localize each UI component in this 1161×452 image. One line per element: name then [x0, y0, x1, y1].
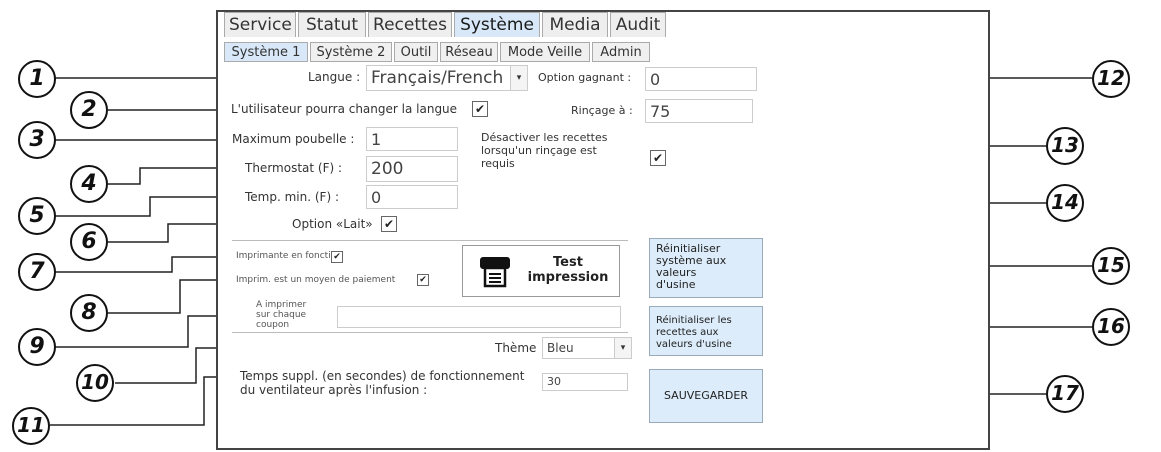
changer-langue-label: L'utilisateur pourra changer la langue: [231, 102, 458, 116]
option-gagnant-label: Option gagnant :: [538, 71, 632, 84]
tab-media[interactable]: Media: [542, 12, 608, 37]
desactiver-recettes-label: Désactiver les recettes lorsqu'un rinçag…: [481, 131, 608, 170]
callout-8: 8: [70, 294, 108, 332]
chevron-down-icon: ▾: [510, 66, 527, 90]
subtab-outil[interactable]: Outil: [394, 42, 438, 62]
tab-recettes[interactable]: Recettes: [368, 12, 452, 37]
callout-6: 6: [70, 223, 108, 261]
imprimer-coupon-field[interactable]: [337, 306, 621, 328]
temp-min-label: Temp. min. (F) :: [245, 190, 339, 204]
callout-12: 12: [1092, 60, 1130, 98]
reinit-systeme-button[interactable]: Réinitialiser système aux valeurs d'usin…: [649, 238, 763, 298]
chevron-down-icon: ▾: [614, 338, 631, 358]
callout-5: 5: [18, 197, 56, 235]
callout-9: 9: [18, 328, 56, 366]
callout-4: 4: [70, 165, 108, 203]
callout-15: 15: [1092, 247, 1130, 285]
tab-service[interactable]: Service: [224, 12, 296, 37]
max-poubelle-label: Maximum poubelle :: [232, 132, 355, 146]
thermostat-label: Thermostat (F) :: [245, 161, 343, 175]
subtab-mode-veille[interactable]: Mode Veille: [500, 42, 590, 62]
imprim-paiement-label: Imprim. est un moyen de paiement: [236, 275, 396, 285]
subtab-systeme-2[interactable]: Système 2: [310, 42, 392, 62]
desactiver-recettes-checkbox[interactable]: ✔: [650, 150, 666, 166]
theme-value: Bleu: [547, 341, 574, 355]
option-lait-checkbox[interactable]: ✔: [381, 216, 397, 232]
callout-1: 1: [18, 60, 56, 98]
max-poubelle-field[interactable]: 1: [366, 127, 458, 151]
tab-statut[interactable]: Statut: [298, 12, 366, 37]
temps-suppl-label: Temps suppl. (en secondes) de fonctionne…: [240, 369, 525, 397]
printer-icon: [479, 256, 511, 288]
sauvegarder-button[interactable]: SAUVEGARDER: [649, 369, 763, 423]
callout-7: 7: [18, 253, 56, 291]
callout-10: 10: [76, 364, 114, 402]
imprimante-checkbox[interactable]: ✔: [331, 251, 343, 263]
rincage-field[interactable]: 75: [645, 99, 753, 123]
imprimante-label: Imprimante en fonction: [236, 251, 342, 261]
test-label: Test: [553, 255, 583, 270]
callout-13: 13: [1046, 127, 1084, 165]
tab-audit[interactable]: Audit: [610, 12, 666, 37]
callout-16: 16: [1092, 308, 1130, 346]
impression-label: impression: [527, 270, 609, 285]
option-lait-label: Option «Lait»: [292, 217, 373, 231]
imprimer-coupon-label: A imprimer sur chaque coupon: [256, 300, 307, 330]
test-impression-label: Test impression: [521, 255, 615, 285]
test-impression-button[interactable]: Test impression: [462, 245, 620, 297]
leader-8: [108, 279, 232, 314]
langue-select[interactable]: Français/French ▾: [366, 65, 528, 91]
reinit-recettes-button[interactable]: Réinitialiser les recettes aux valeurs d…: [649, 306, 763, 356]
callout-17: 17: [1046, 375, 1084, 413]
subtab-admin[interactable]: Admin: [592, 42, 650, 62]
thermostat-field[interactable]: 200: [366, 156, 458, 182]
callout-2: 2: [70, 91, 108, 129]
subtab-systeme-1[interactable]: Système 1: [224, 42, 308, 62]
temps-suppl-field[interactable]: 30: [542, 373, 628, 391]
callout-11: 11: [12, 407, 50, 445]
section-divider-2: [232, 332, 628, 333]
rincage-label: Rinçage à :: [571, 104, 633, 117]
langue-label: Langue :: [308, 70, 361, 84]
section-divider: [232, 240, 628, 241]
callout-14: 14: [1046, 184, 1084, 222]
option-gagnant-field[interactable]: 0: [645, 67, 757, 91]
imprim-paiement-checkbox[interactable]: ✔: [417, 274, 429, 286]
theme-select[interactable]: Bleu ▾: [542, 337, 632, 359]
changer-langue-checkbox[interactable]: ✔: [472, 101, 488, 117]
subtab-reseau[interactable]: Réseau: [440, 42, 498, 62]
temp-min-field[interactable]: 0: [366, 185, 458, 209]
callout-3: 3: [18, 121, 56, 159]
theme-label: Thème: [495, 341, 537, 355]
tab-systeme[interactable]: Système: [454, 12, 540, 37]
langue-value: Français/French: [371, 68, 504, 88]
